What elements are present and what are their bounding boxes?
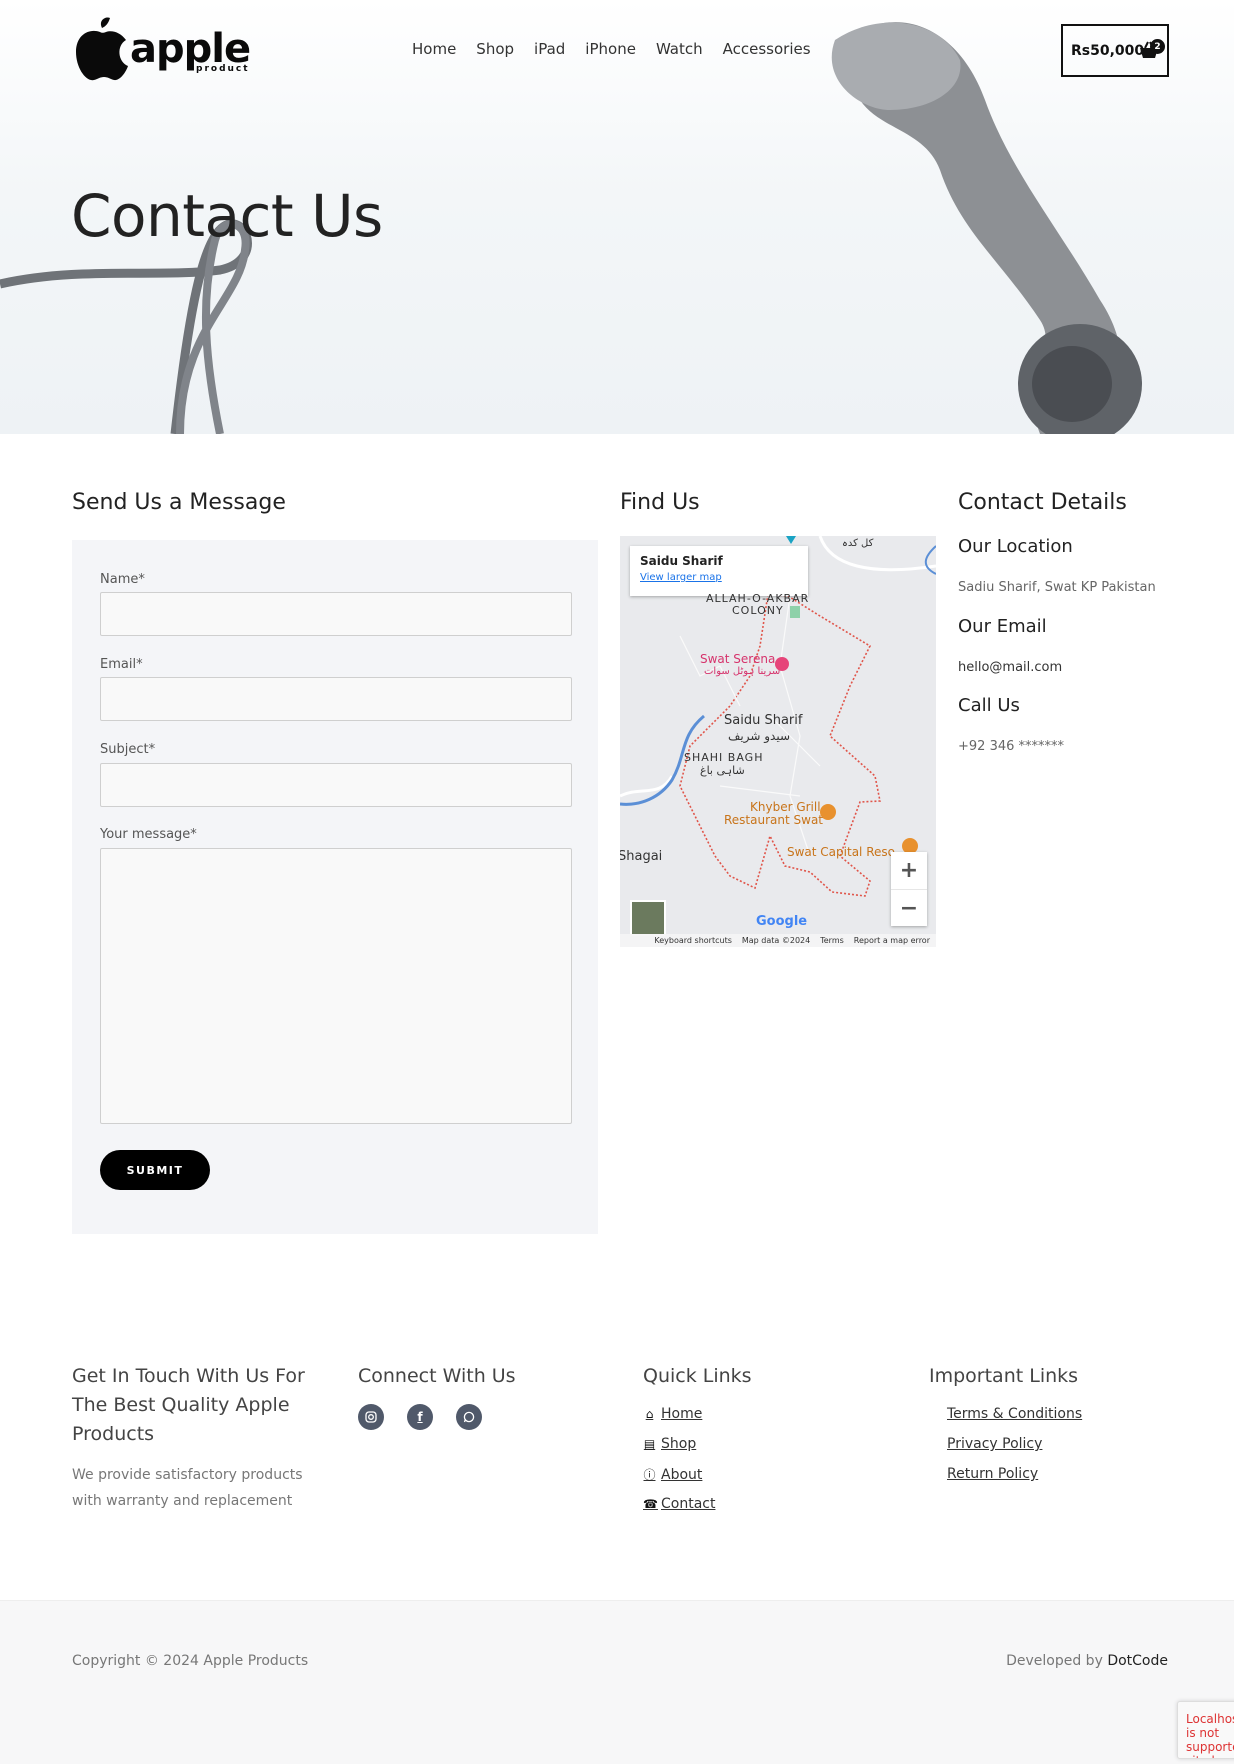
nav-shop[interactable]: Shop [476, 40, 514, 58]
logo-subtext: product [196, 64, 250, 74]
quick-link-home[interactable]: ⌂ Home [643, 1406, 703, 1422]
map-label: COLONY [732, 604, 784, 617]
developed-by-label: Developed by [1006, 1653, 1103, 1669]
satellite-toggle[interactable] [630, 900, 666, 936]
email-heading: Our Email [958, 616, 1047, 637]
map-label: SHAHI BAGH [684, 751, 764, 764]
footer-description: We provide satisfactory products with wa… [72, 1467, 303, 1509]
map-label: سرینا ہوٹل سوات [704, 666, 781, 677]
phone-text: +92 346 ******* [958, 739, 1065, 754]
store-icon: ▤ [643, 1437, 656, 1451]
map-label: کل کدہ [842, 538, 874, 549]
contact-form: Name* Email* Subject* Your message* SUBM… [72, 540, 598, 1234]
keyboard-shortcuts-link[interactable]: Keyboard shortcuts [654, 934, 731, 947]
map-heading: Find Us [620, 490, 700, 515]
contact-details-heading: Contact Details [958, 490, 1127, 515]
google-logo: Google [756, 914, 808, 929]
facebook-icon[interactable]: f [407, 1404, 433, 1430]
copyright-text: Copyright © 2024 Apple Products [72, 1653, 309, 1669]
info-icon: ⓘ [643, 1468, 656, 1482]
quick-link-contact[interactable]: ☎ Contact [643, 1496, 715, 1512]
hero-banner: apple product Home Shop iPad iPhone Watc… [0, 0, 1234, 434]
terms-link[interactable]: Terms [820, 934, 844, 947]
page-title: Contact Us [71, 182, 383, 250]
important-links-heading: Important Links [929, 1365, 1079, 1387]
quick-link-label: Shop [661, 1436, 697, 1452]
zoom-out-button[interactable]: − [891, 889, 927, 926]
nav-ipad[interactable]: iPad [534, 40, 565, 58]
quick-link-about[interactable]: ⓘ About [643, 1466, 702, 1483]
map-label: سیدو شریف [728, 729, 791, 743]
main-nav: Home Shop iPad iPhone Watch Accessories [412, 40, 831, 58]
location-text: Sadiu Sharif, Swat KP Pakistan [958, 580, 1156, 595]
cart-button[interactable]: Rs50,000 2 [1061, 24, 1169, 77]
form-heading: Send Us a Message [72, 490, 286, 515]
quick-link-label: Contact [661, 1496, 716, 1512]
footer-bottom-bar: Copyright © 2024 Apple Products Develope… [0, 1600, 1234, 1764]
subject-label: Subject* [100, 742, 156, 757]
developer-link[interactable]: DotCode [1107, 1653, 1168, 1669]
quick-link-shop[interactable]: ▤ Shop [643, 1436, 696, 1452]
name-label: Name* [100, 572, 145, 587]
map-footer: Keyboard shortcuts Map data ©2024 Terms … [620, 934, 936, 947]
nav-iphone[interactable]: iPhone [585, 40, 636, 58]
map-label: Swat Serena [700, 652, 776, 666]
zoom-in-button[interactable]: + [891, 852, 927, 889]
submit-button[interactable]: SUBMIT [100, 1150, 210, 1190]
footer-tagline: Get In Touch With Us For The Best Qualit… [72, 1365, 305, 1445]
quick-link-label: Home [661, 1406, 703, 1422]
map-zoom-control: + − [891, 852, 927, 926]
developer-credit: Developed by DotCode [1006, 1653, 1168, 1669]
map-label: Shagai [620, 849, 663, 864]
report-error-link[interactable]: Report a map error [854, 934, 930, 947]
map-label: شاہی باغ [700, 764, 745, 777]
terms-conditions-link[interactable]: Terms & Conditions [947, 1406, 1082, 1422]
quick-links-heading: Quick Links [643, 1365, 752, 1387]
connect-heading: Connect With Us [358, 1365, 516, 1387]
cart-count-badge: 2 [1150, 39, 1165, 54]
email-label: Email* [100, 657, 143, 672]
view-larger-map-link[interactable]: View larger map [640, 572, 798, 583]
map-label: Swat Capital Reso [787, 845, 895, 859]
map-label: Khyber Grill [750, 800, 821, 814]
home-icon: ⌂ [645, 1407, 654, 1421]
quick-link-label: About [661, 1466, 703, 1483]
email-input[interactable] [100, 677, 572, 721]
map-place-card: Saidu Sharif View larger map [630, 546, 808, 596]
nav-accessories[interactable]: Accessories [723, 40, 811, 58]
return-policy-link[interactable]: Return Policy [947, 1466, 1038, 1482]
email-text[interactable]: hello@mail.com [958, 660, 1062, 675]
message-label: Your message* [100, 827, 197, 842]
privacy-policy-link[interactable]: Privacy Policy [947, 1436, 1042, 1452]
cart-total: Rs50,000 [1071, 42, 1145, 59]
nav-home[interactable]: Home [412, 40, 456, 58]
whatsapp-icon[interactable] [456, 1404, 482, 1430]
name-input[interactable] [100, 592, 572, 636]
nav-watch[interactable]: Watch [656, 40, 703, 58]
map-label: Restaurant Swat [724, 813, 823, 827]
map-label: Saidu Sharif [724, 713, 803, 728]
location-heading: Our Location [958, 536, 1073, 557]
message-textarea[interactable] [100, 848, 572, 1124]
embedded-map[interactable]: Saidu Sharif View larger map ALLAH-O-AKB… [620, 536, 936, 947]
recaptcha-badge[interactable]: Localhost is not supported site key. [1177, 1701, 1234, 1759]
subject-input[interactable] [100, 763, 572, 807]
map-place-title: Saidu Sharif [640, 554, 723, 568]
call-heading: Call Us [958, 695, 1020, 716]
map-data-text: Map data ©2024 [741, 936, 811, 945]
phone-icon: ☎ [643, 1497, 658, 1511]
instagram-icon[interactable] [358, 1404, 384, 1430]
